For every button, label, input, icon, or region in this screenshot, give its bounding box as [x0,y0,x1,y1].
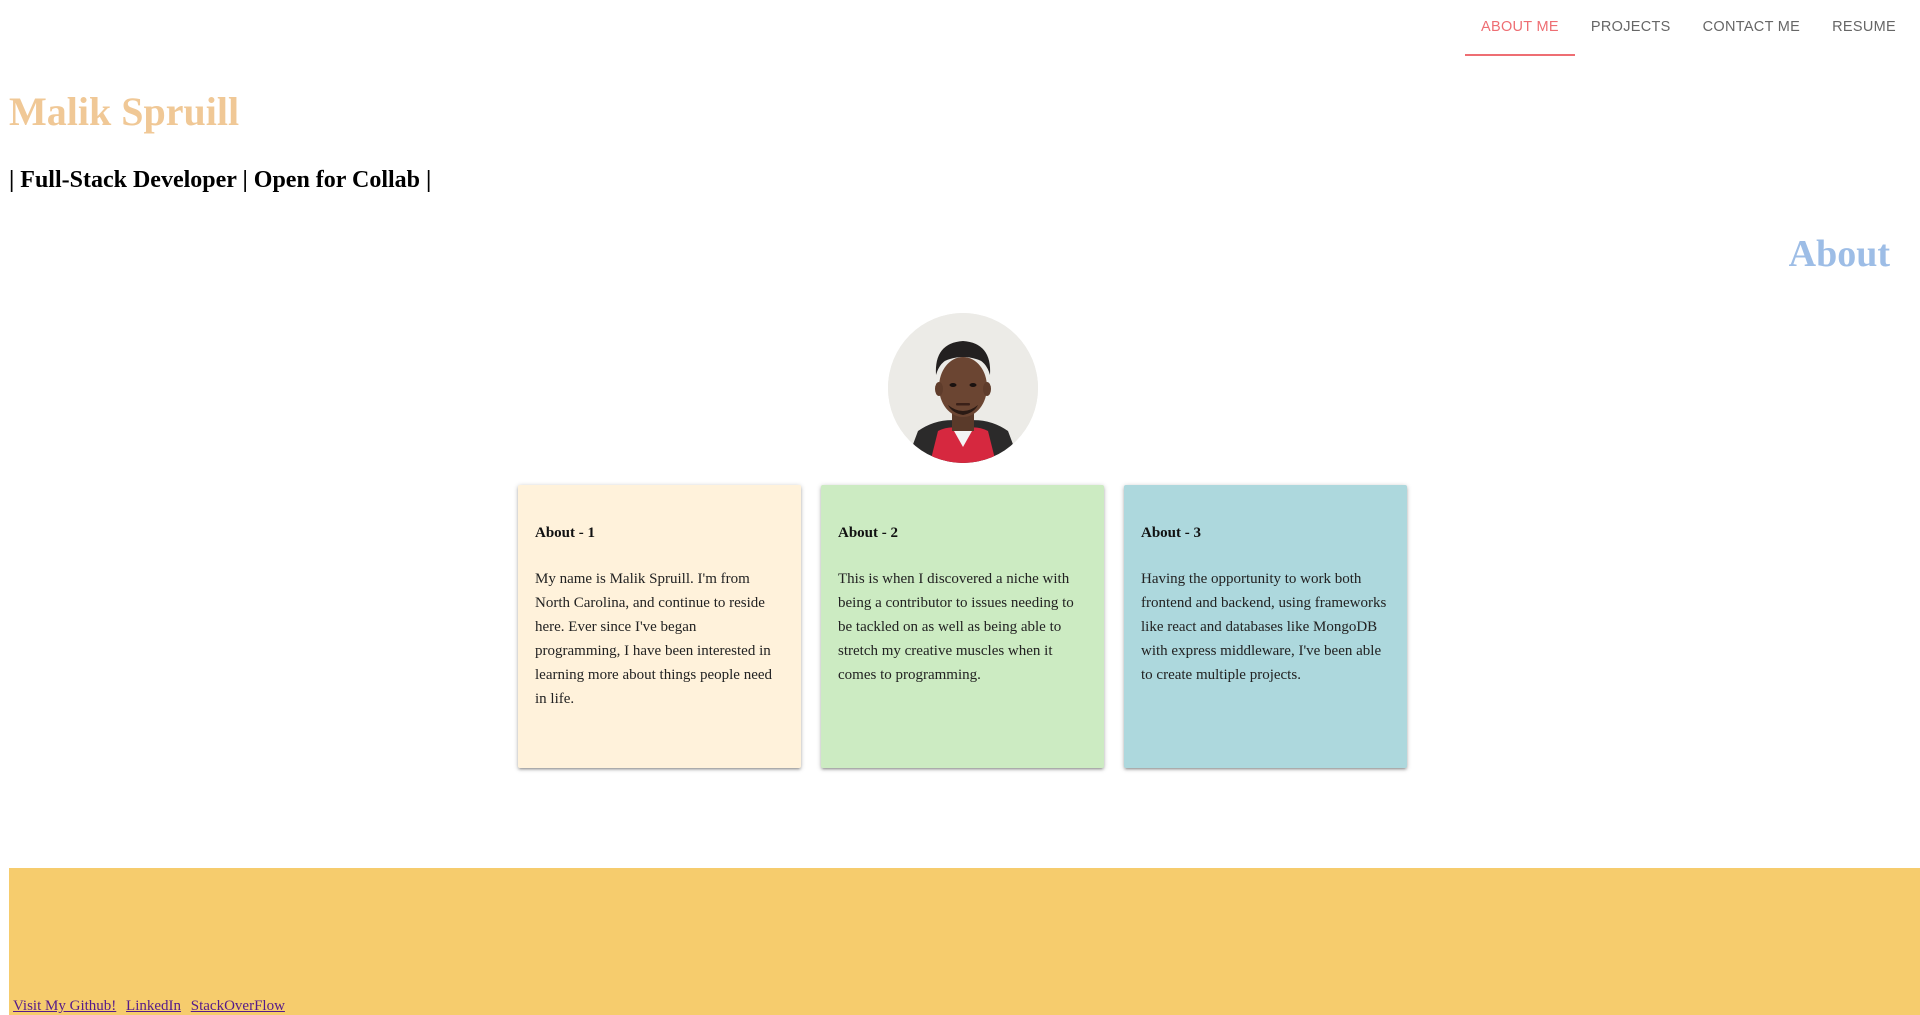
tab-resume[interactable]: RESUME [1816,0,1912,56]
about-card-1: About - 1 My name is Malik Spruill. I'm … [518,485,801,768]
portfolio-page: ABOUT ME PROJECTS CONTACT ME RESUME Mali… [0,0,1920,1015]
card-title: About - 2 [838,525,899,541]
card-text: My name is Malik Spruill. I'm from North… [535,571,773,707]
github-link[interactable]: Visit My Github! [13,998,116,1014]
tab-about-me[interactable]: ABOUT ME [1465,0,1575,56]
about-card-2: About - 2 This is when I discovered a ni… [821,485,1104,768]
card-text: This is when I discovered a niche with b… [838,571,1074,683]
tagline: | Full-Stack Developer | Open for Collab… [9,167,432,193]
card-title: About - 3 [1141,525,1202,541]
about-heading: About [1788,233,1890,275]
tab-contact-me[interactable]: CONTACT ME [1687,0,1817,56]
card-title: About - 1 [535,525,596,541]
top-nav: ABOUT ME PROJECTS CONTACT ME RESUME [1465,0,1920,56]
about-cards: About - 1 My name is Malik Spruill. I'm … [518,485,1407,768]
profile-photo-icon [888,313,1038,463]
avatar [888,313,1038,463]
card-text: Having the opportunity to work both fron… [1141,571,1387,683]
linkedin-link[interactable]: LinkedIn [126,998,181,1014]
footer: Visit My Github! LinkedIn StackOverFlow [9,868,1920,1015]
tab-projects[interactable]: PROJECTS [1575,0,1687,56]
about-card-3: About - 3 Having the opportunity to work… [1124,485,1407,768]
page-title: Malik Spruill [9,89,240,134]
footer-links: Visit My Github! LinkedIn StackOverFlow [13,997,291,1015]
stackoverflow-link[interactable]: StackOverFlow [191,998,285,1014]
